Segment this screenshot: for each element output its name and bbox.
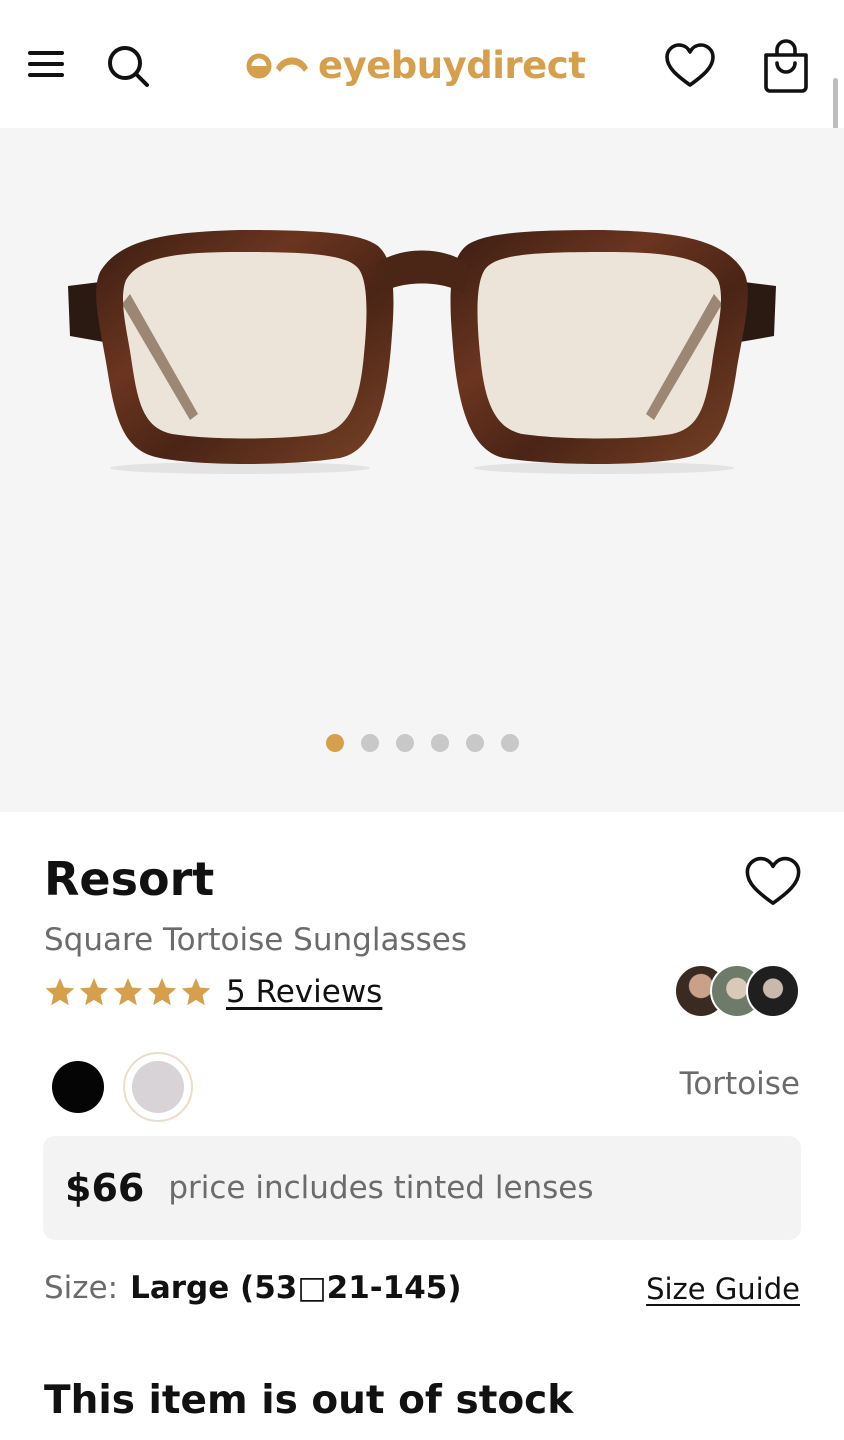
product-price: $66 [65,1166,145,1210]
gallery-dot-6[interactable] [500,734,519,752]
selected-color-label: Tortoise [679,1066,800,1102]
top-header: eyebuydirect [0,0,844,128]
size-row: Size: Large (53□21-145) [44,1270,462,1306]
size-guide-link[interactable]: Size Guide [646,1272,800,1306]
product-image-gallery[interactable] [0,128,844,812]
color-swatch-fill [132,1061,184,1113]
menu-button[interactable] [22,40,70,88]
product-name: Resort [44,852,215,906]
product-subtitle: Square Tortoise Sunglasses [44,922,467,958]
heart-icon [665,43,715,87]
gallery-dot-3[interactable] [395,734,414,752]
star-icon [79,978,109,1006]
gallery-dot-2[interactable] [360,734,379,752]
cart-button[interactable] [758,36,814,96]
gallery-dot-4[interactable] [430,734,449,752]
search-button[interactable] [102,40,154,92]
heart-icon [745,856,801,905]
rating-row: 5 Reviews [44,974,382,1010]
size-value: Large (53□21-145) [130,1270,462,1306]
reviews-link[interactable]: 5 Reviews [226,974,382,1010]
customer-avatar[interactable] [746,964,800,1018]
star-icon [113,978,143,1006]
add-to-favorites-button[interactable] [744,856,802,914]
gallery-dot-1[interactable] [325,734,344,752]
hamburger-icon [28,51,64,77]
price-box: $66 price includes tinted lenses [43,1136,801,1240]
star-rating [44,976,212,1008]
customer-photos[interactable] [674,964,800,1020]
search-icon [108,46,149,87]
price-note: price includes tinted lenses [168,1170,594,1206]
color-swatch-black[interactable] [52,1061,104,1113]
favorites-button[interactable] [662,38,718,94]
gallery-dot-5[interactable] [465,734,484,752]
gallery-pagination [0,734,844,752]
glasses-logo-icon [246,53,308,79]
star-icon [181,978,211,1006]
star-icon [147,978,177,1006]
stock-status: This item is out of stock [44,1378,574,1423]
star-icon [45,978,75,1006]
shopping-bag-icon [764,39,808,93]
logo-text: eyebuydirect [318,43,586,87]
color-swatch-tortoise[interactable] [123,1052,193,1122]
product-image [68,230,776,474]
size-label: Size: [44,1270,119,1306]
brand-logo[interactable]: eyebuydirect [246,38,606,92]
